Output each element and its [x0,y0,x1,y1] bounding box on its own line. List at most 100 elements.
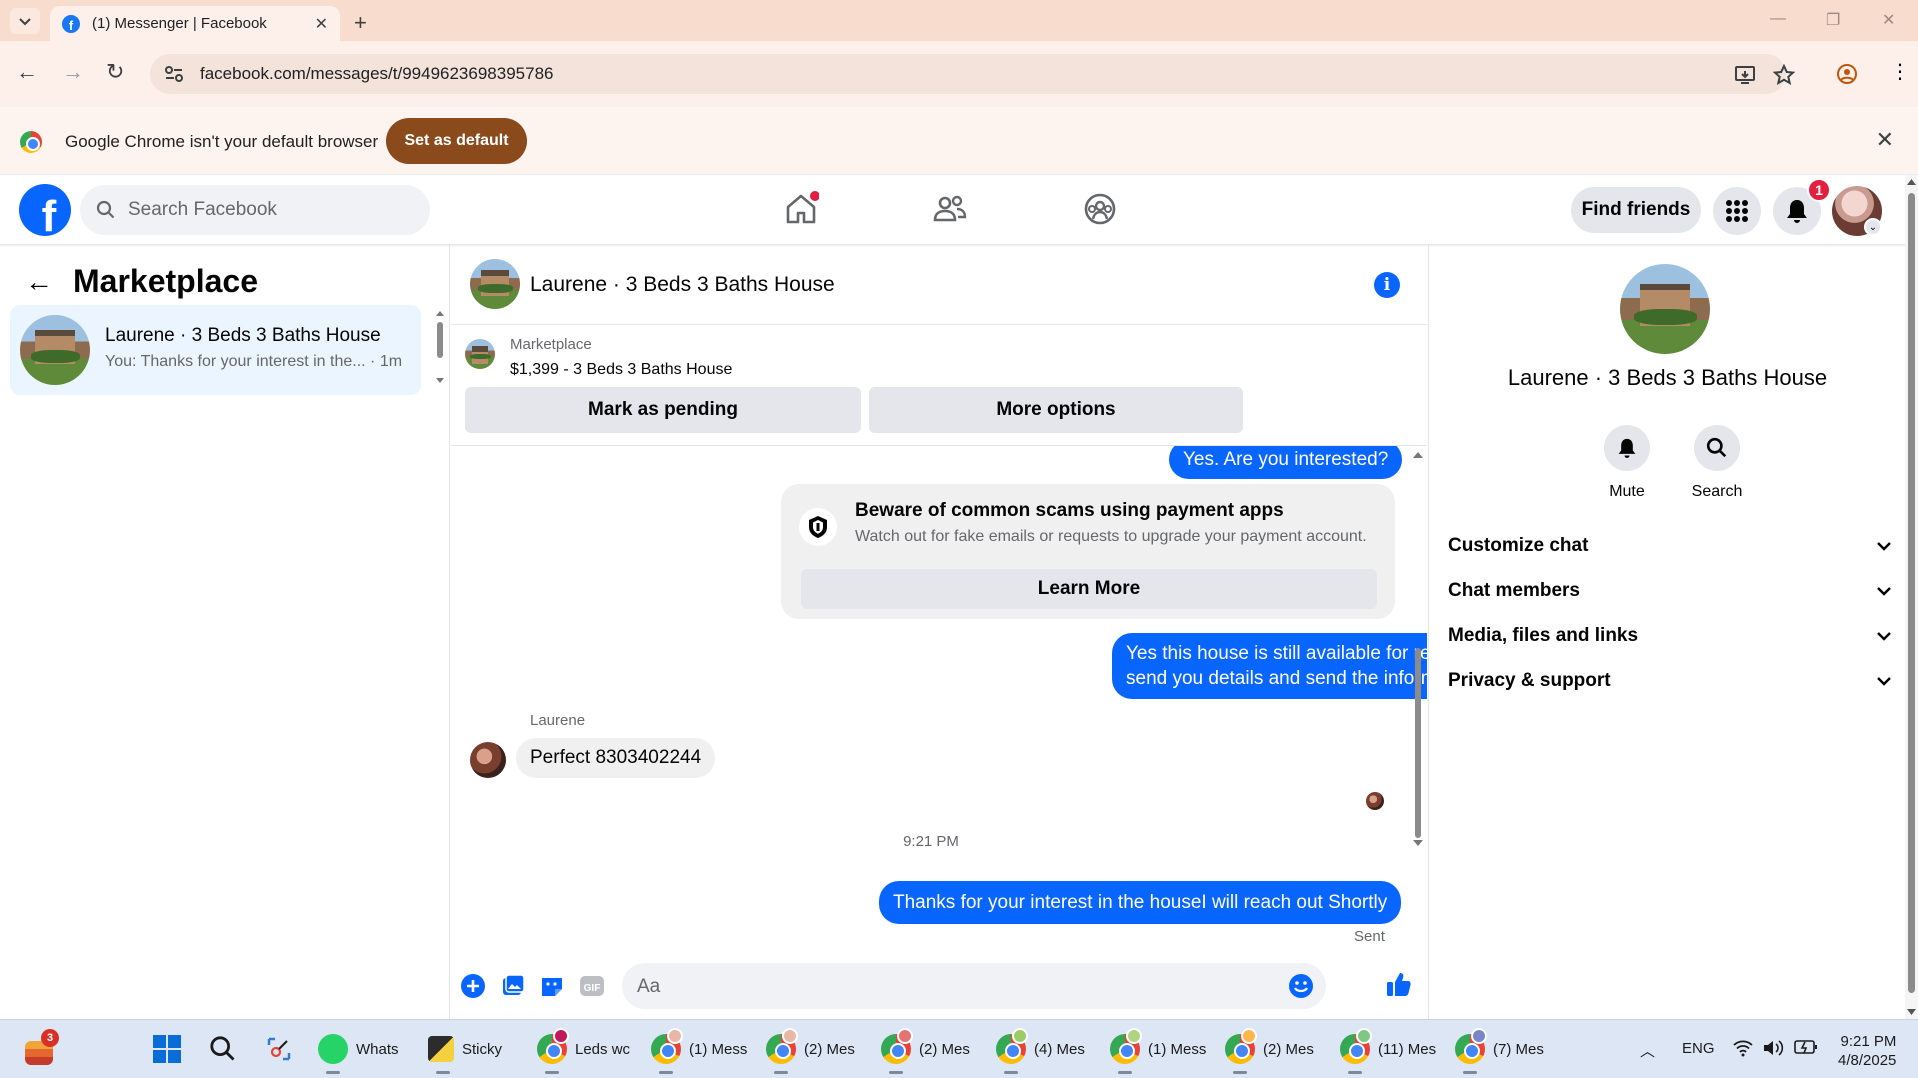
taskbar-app-whatsapp[interactable]: Whats [318,1031,399,1074]
listing-thumbnail[interactable] [465,339,495,369]
browser-tab-messenger[interactable]: f (1) Messenger | Facebook ✕ [50,6,340,41]
find-friends-button[interactable]: Find friends [1571,187,1701,233]
friends-icon[interactable] [932,191,968,227]
taskbar-search-button[interactable] [209,1031,237,1067]
sender-name: Laurene [530,712,586,729]
search-icon [96,200,115,219]
close-infobar-icon[interactable]: ✕ [1876,127,1894,153]
tab-search-button[interactable] [10,8,40,34]
profile-icon[interactable] [1836,63,1858,85]
messages-scrollbar[interactable] [1412,448,1424,948]
default-browser-infobar: Google Chrome isn't your default browser… [0,107,1918,175]
taskbar-app-chrome[interactable]: (2) Mes [1225,1028,1314,1074]
forward-icon[interactable]: → [62,59,84,85]
system-clock[interactable]: 9:21 PM 4/8/2025 [1838,1032,1896,1070]
thumbs-up-icon[interactable] [1385,970,1413,998]
message-status: Sent [1354,928,1385,945]
address-bar[interactable]: facebook.com/messages/t/9949623698395786 [150,54,1795,94]
chrome-menu-icon[interactable]: ⋮ [1890,59,1910,84]
outgoing-message[interactable]: Yes this house is still available for re… [1112,633,1427,699]
menu-grid-button[interactable] [1713,187,1761,235]
minimize-icon[interactable]: — [1770,10,1786,28]
facebook-search-input[interactable]: Search Facebook [80,185,430,235]
mute-action[interactable]: Mute [1592,425,1662,501]
taskbar-app-chrome[interactable]: (7) Mes [1455,1028,1544,1074]
close-window-icon[interactable]: ✕ [1882,10,1895,30]
back-icon[interactable]: ← [16,59,38,85]
learn-more-button[interactable]: Learn More [801,569,1377,609]
customize-chat-row[interactable]: Customize chat [1448,526,1892,566]
message-input[interactable]: Aa [622,963,1326,1009]
bookmark-star-icon[interactable] [1773,64,1795,86]
home-icon[interactable] [783,191,819,227]
shield-icon [799,508,837,546]
search-icon [1706,437,1727,458]
marketplace-conversation-list: ← Marketplace Laurene · 3 Beds 3 Baths H… [0,245,450,1019]
sticker-icon[interactable] [539,973,565,999]
snipping-tool-button[interactable] [265,1031,293,1067]
contact-avatar[interactable] [1620,264,1710,354]
message-input-placeholder: Aa [637,976,661,997]
set-as-default-button[interactable]: Set as default [386,118,527,164]
battery-icon[interactable] [1794,1039,1818,1055]
install-app-icon[interactable] [1734,64,1756,86]
wifi-icon[interactable] [1733,1039,1753,1057]
chevron-down-icon[interactable]: ⌄ [1864,218,1882,236]
start-button[interactable] [152,1031,182,1067]
conversation-item[interactable]: Laurene · 3 Beds 3 Baths House You: Than… [10,305,421,395]
site-info-icon[interactable] [164,64,184,84]
taskbar-app-chrome[interactable]: (2) Mes [881,1028,970,1074]
photo-icon[interactable] [500,973,526,999]
language-indicator[interactable]: ENG [1682,1040,1715,1057]
taskbar-app-chrome[interactable]: (1) Mess [651,1028,747,1074]
mark-as-pending-button[interactable]: Mark as pending [465,387,861,433]
windows-taskbar: 3 Whats Sticky Leds wc (1) Mess (2) Mes … [0,1019,1918,1078]
chevron-down-icon [1877,632,1891,641]
info-icon[interactable]: i [1374,272,1400,298]
reload-icon[interactable]: ↻ [106,59,124,85]
more-options-button[interactable]: More options [869,387,1243,433]
page-scrollbar[interactable] [1905,175,1918,1019]
restore-icon[interactable]: ❐ [1826,10,1840,30]
svg-text:GIF: GIF [584,983,601,994]
chat-thread: Laurene · 3 Beds 3 Baths House i Marketp… [451,245,1427,1019]
taskbar-app-chrome[interactable]: (11) Mes [1340,1028,1436,1074]
message-composer: GIF Aa [451,951,1427,1019]
plus-circle-icon[interactable] [460,973,486,999]
volume-icon[interactable] [1762,1039,1784,1057]
chevron-up-icon[interactable]: ︿ [1640,1040,1655,1061]
privacy-support-row[interactable]: Privacy & support [1448,661,1892,701]
emoji-icon[interactable] [1288,973,1314,999]
groups-icon[interactable] [1082,191,1118,227]
search-icon [210,1036,235,1061]
weather-widget[interactable]: 3 [25,1029,59,1067]
chevron-down-icon [1877,542,1891,551]
chat-title[interactable]: Laurene · 3 Beds 3 Baths House [530,273,835,297]
incoming-message[interactable]: Perfect 8303402244 [516,738,716,778]
back-arrow-icon[interactable]: ← [25,266,53,298]
whatsapp-icon [318,1034,348,1064]
media-files-links-row[interactable]: Media, files and links [1448,616,1892,656]
outgoing-message[interactable]: Thanks for your interest in the houseI w… [879,881,1402,924]
chat-header: Laurene · 3 Beds 3 Baths House i [451,245,1427,325]
gif-icon[interactable]: GIF [579,973,605,999]
taskbar-app-chrome[interactable]: (4) Mes [996,1028,1085,1074]
listing-title[interactable]: $1,399 - 3 Beds 3 Baths House [510,361,732,379]
search-action[interactable]: Search [1682,425,1752,501]
notification-count-badge: 1 [1807,178,1831,202]
conversation-name: Laurene · 3 Beds 3 Baths House [105,325,381,346]
taskbar-app-chrome[interactable]: (2) Mes [766,1028,855,1074]
close-tab-icon[interactable]: ✕ [315,14,328,34]
facebook-logo-icon[interactable]: f [19,184,71,236]
menu-grid-icon [1726,200,1748,222]
taskbar-app-chrome[interactable]: (1) Mess [1110,1028,1206,1074]
taskbar-app-sticky[interactable]: Sticky [428,1031,502,1074]
new-tab-button[interactable]: + [354,10,367,36]
url-text: facebook.com/messages/t/9949623698395786 [200,64,554,83]
chat-members-row[interactable]: Chat members [1448,571,1892,611]
chat-avatar[interactable] [470,259,520,309]
list-scrollbar[interactable] [435,308,445,388]
sender-avatar[interactable] [470,742,506,778]
taskbar-app-chrome[interactable]: Leds wc [537,1028,630,1074]
outgoing-message[interactable]: Yes. Are you interested? [1169,446,1403,479]
